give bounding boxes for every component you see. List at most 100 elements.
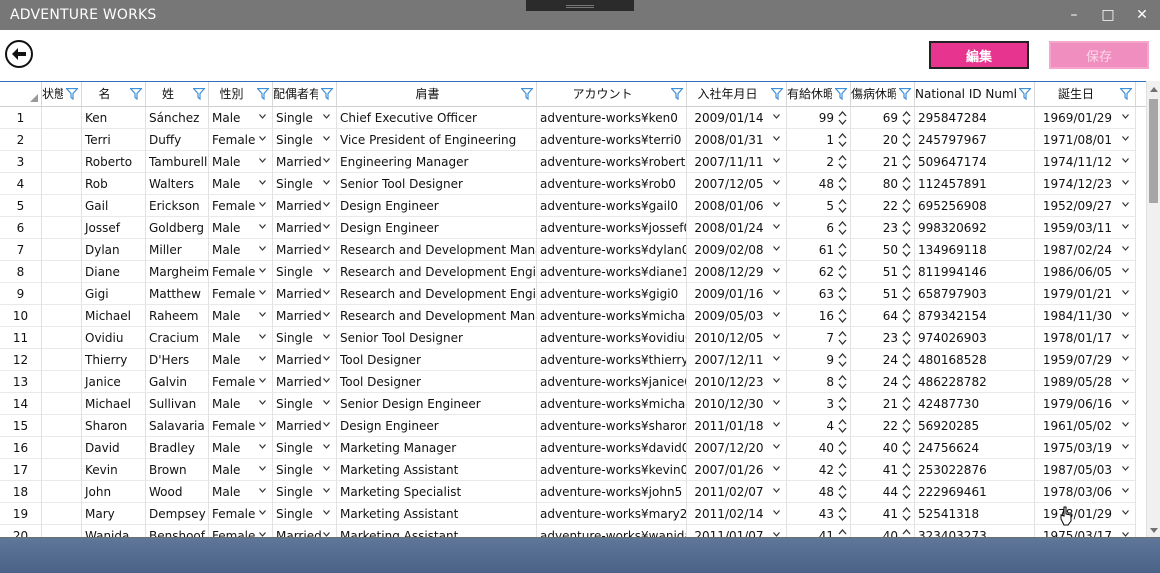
column-header-hire[interactable]: 入社年月日	[687, 82, 787, 106]
cell-title[interactable]: Research and Development Manager	[337, 305, 537, 327]
column-header-sick[interactable]: 傷病休暇	[851, 82, 915, 106]
cell-first[interactable]: Thierry	[82, 349, 146, 371]
filter-icon[interactable]	[1019, 88, 1031, 100]
cell-sick[interactable]: 40	[851, 437, 915, 459]
cell-birth[interactable]: 1974/11/12	[1035, 151, 1136, 173]
cell-last[interactable]: Margheim	[146, 261, 209, 283]
cell-hire[interactable]: 2011/02/14	[687, 503, 787, 525]
select-all-corner[interactable]	[0, 82, 42, 106]
cell-title[interactable]: Marketing Assistant	[337, 503, 537, 525]
cell-birth[interactable]: 1961/05/02	[1035, 415, 1136, 437]
chevron-down-icon[interactable]	[259, 312, 266, 317]
cell-status[interactable]	[42, 305, 82, 327]
cell-account[interactable]: adventure-works¥diane1	[537, 261, 687, 283]
chevron-down-icon[interactable]	[259, 224, 266, 229]
cell-last[interactable]: Sánchez	[146, 107, 209, 129]
chevron-down-icon[interactable]	[773, 356, 780, 361]
spinner-arrows-icon[interactable]	[902, 484, 911, 500]
cell-gender[interactable]: Male	[209, 151, 273, 173]
chevron-down-icon[interactable]	[323, 400, 330, 405]
spinner-arrows-icon[interactable]	[902, 352, 911, 368]
chevron-down-icon[interactable]	[323, 378, 330, 383]
cell-account[interactable]: adventure-works¥dylan0	[537, 239, 687, 261]
chevron-down-icon[interactable]	[773, 158, 780, 163]
cell-title[interactable]: Engineering Manager	[337, 151, 537, 173]
spinner-arrows-icon[interactable]	[902, 418, 911, 434]
chevron-down-icon[interactable]	[1122, 510, 1129, 515]
cell-first[interactable]: Janice	[82, 371, 146, 393]
cell-sick[interactable]: 21	[851, 151, 915, 173]
cell-marital[interactable]: Married	[273, 217, 337, 239]
drag-handle[interactable]	[526, 0, 634, 11]
spinner-arrows-icon[interactable]	[838, 396, 847, 412]
cell-first[interactable]: Jossef	[82, 217, 146, 239]
cell-hire[interactable]: 2007/12/05	[687, 173, 787, 195]
cell-last[interactable]: Duffy	[146, 129, 209, 151]
spinner-arrows-icon[interactable]	[838, 264, 847, 280]
edit-button[interactable]: 編集	[929, 41, 1029, 69]
cell-last[interactable]: Goldberg	[146, 217, 209, 239]
cell-title[interactable]: Vice President of Engineering	[337, 129, 537, 151]
chevron-down-icon[interactable]	[259, 158, 266, 163]
cell-gender[interactable]: Male	[209, 393, 273, 415]
cell-first[interactable]: Wanida	[82, 525, 146, 537]
cell-title[interactable]: Senior Tool Designer	[337, 173, 537, 195]
cell-sick[interactable]: 51	[851, 261, 915, 283]
table-row[interactable]: 14 Michael Sullivan Male Single Senior Design…	[0, 393, 1146, 415]
cell-hire[interactable]: 2009/01/16	[687, 283, 787, 305]
cell-gender[interactable]: Female	[209, 261, 273, 283]
cell-first[interactable]: Terri	[82, 129, 146, 151]
cell-hire[interactable]: 2007/12/20	[687, 437, 787, 459]
cell-account[interactable]: adventure-works¥gigi0	[537, 283, 687, 305]
cell-marital[interactable]: Married	[273, 195, 337, 217]
close-button[interactable]: ✕	[1125, 0, 1159, 30]
spinner-arrows-icon[interactable]	[838, 176, 847, 192]
cell-marital[interactable]: Married	[273, 371, 337, 393]
spinner-arrows-icon[interactable]	[902, 264, 911, 280]
chevron-down-icon[interactable]	[1122, 422, 1129, 427]
cell-last[interactable]: Brown	[146, 459, 209, 481]
chevron-down-icon[interactable]	[323, 466, 330, 471]
table-row[interactable]: 7 Dylan Miller Male Married Research and Deve…	[0, 239, 1146, 261]
cell-natid[interactable]: 323403273	[915, 525, 1035, 537]
cell-last[interactable]: D'Hers	[146, 349, 209, 371]
cell-status[interactable]	[42, 173, 82, 195]
cell-sick[interactable]: 41	[851, 459, 915, 481]
back-button[interactable]	[5, 40, 33, 68]
cell-hire[interactable]: 2008/12/29	[687, 261, 787, 283]
cell-account[interactable]: adventure-works¥thierry0	[537, 349, 687, 371]
scrollbar-thumb[interactable]	[1149, 99, 1158, 203]
cell-title[interactable]: Marketing Assistant	[337, 459, 537, 481]
chevron-down-icon[interactable]	[259, 202, 266, 207]
cell-last[interactable]: Dempsey	[146, 503, 209, 525]
filter-icon[interactable]	[835, 88, 847, 100]
spinner-arrows-icon[interactable]	[838, 374, 847, 390]
cell-natid[interactable]: 52541318	[915, 503, 1035, 525]
filter-icon[interactable]	[1120, 88, 1132, 100]
column-header-first[interactable]: 名	[82, 82, 146, 106]
cell-hire[interactable]: 2009/02/08	[687, 239, 787, 261]
table-row[interactable]: 3 Roberto Tamburello Male Married Engineering…	[0, 151, 1146, 173]
cell-marital[interactable]: Single	[273, 107, 337, 129]
cell-sick[interactable]: 41	[851, 503, 915, 525]
spinner-arrows-icon[interactable]	[902, 220, 911, 236]
cell-first[interactable]: Roberto	[82, 151, 146, 173]
cell-natid[interactable]: 480168528	[915, 349, 1035, 371]
filter-icon[interactable]	[321, 88, 333, 100]
column-header-account[interactable]: アカウント	[537, 82, 687, 106]
cell-status[interactable]	[42, 415, 82, 437]
cell-last[interactable]: Sullivan	[146, 393, 209, 415]
chevron-down-icon[interactable]	[259, 246, 266, 251]
chevron-down-icon[interactable]	[323, 312, 330, 317]
maximize-button[interactable]: □	[1091, 0, 1125, 30]
cell-last[interactable]: Tamburello	[146, 151, 209, 173]
cell-status[interactable]	[42, 217, 82, 239]
filter-icon[interactable]	[771, 88, 783, 100]
cell-vacation[interactable]: 7	[787, 327, 851, 349]
chevron-down-icon[interactable]	[323, 290, 330, 295]
chevron-down-icon[interactable]	[1122, 334, 1129, 339]
table-row[interactable]: 5 Gail Erickson Female Married Design Enginee…	[0, 195, 1146, 217]
cell-birth[interactable]: 1979/06/16	[1035, 393, 1136, 415]
cell-hire[interactable]: 2011/01/18	[687, 415, 787, 437]
cell-first[interactable]: Diane	[82, 261, 146, 283]
